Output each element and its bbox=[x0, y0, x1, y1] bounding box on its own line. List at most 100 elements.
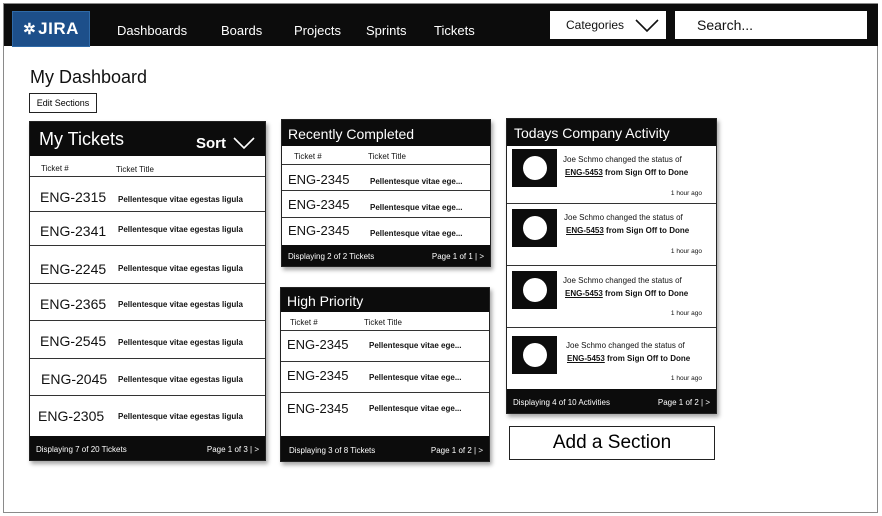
divider bbox=[30, 395, 265, 396]
recently-completed-footer: Displaying 2 of 2 Tickets Page 1 of 1 | … bbox=[282, 245, 490, 266]
divider bbox=[507, 327, 716, 328]
ticket-title[interactable]: Pellentesque vitae egestas ligula bbox=[118, 300, 243, 309]
sort-chevron-icon bbox=[233, 137, 255, 150]
pagination-next[interactable]: Page 1 of 2 | > bbox=[431, 446, 483, 455]
activity-to: Done bbox=[669, 226, 690, 235]
my-tickets-title: My Tickets bbox=[39, 129, 125, 149]
col-ticket-id: Ticket # bbox=[294, 152, 322, 161]
ticket-id[interactable]: ENG-2341 bbox=[40, 223, 106, 239]
divider bbox=[507, 265, 716, 266]
ticket-id[interactable]: ENG-2345 bbox=[288, 172, 349, 187]
avatar[interactable] bbox=[512, 149, 557, 187]
avatar[interactable] bbox=[512, 271, 557, 309]
ticket-title[interactable]: Pellentesque vitae egestas ligula bbox=[118, 338, 243, 347]
activity-ticket-link[interactable]: ENG-5453 bbox=[567, 354, 605, 363]
activity-user: Joe Schmo bbox=[563, 276, 604, 285]
divider bbox=[30, 245, 265, 246]
divider bbox=[30, 176, 265, 177]
nav-tickets[interactable]: Tickets bbox=[434, 23, 475, 38]
divider bbox=[507, 203, 716, 204]
activity-text: Joe Schmo changed the status of ENG-5453… bbox=[563, 274, 688, 300]
ticket-title[interactable]: Pellentesque vitae egestas ligula bbox=[118, 375, 243, 384]
ticket-id[interactable]: ENG-2305 bbox=[38, 408, 104, 424]
footer-count: Displaying 2 of 2 Tickets bbox=[288, 252, 375, 261]
ticket-title[interactable]: Pellentesque vitae ege... bbox=[370, 203, 462, 212]
high-priority-header: High Priority bbox=[281, 288, 489, 312]
activity-action: changed the status of bbox=[605, 155, 682, 164]
activity-to-label: to bbox=[658, 289, 666, 298]
page-title: My Dashboard bbox=[30, 67, 148, 87]
ticket-id[interactable]: ENG-2345 bbox=[288, 223, 349, 238]
pagination-next[interactable]: Page 1 of 1 | > bbox=[432, 252, 484, 261]
avatar[interactable] bbox=[512, 209, 557, 247]
ticket-id[interactable]: ENG-2345 bbox=[287, 337, 348, 352]
activity-ticket-link[interactable]: ENG-5453 bbox=[565, 168, 603, 177]
avatar[interactable] bbox=[512, 336, 557, 374]
activity-to-label: to bbox=[660, 354, 668, 363]
ticket-id[interactable]: ENG-2045 bbox=[41, 371, 107, 387]
activity-from: Sign Off bbox=[626, 226, 658, 235]
footer-count: Displaying 4 of 10 Activities bbox=[513, 398, 610, 407]
activity-time: 1 hour ago bbox=[670, 190, 702, 197]
add-section-button[interactable]: Add a Section bbox=[509, 426, 715, 460]
activity-time: 1 hour ago bbox=[670, 375, 702, 382]
search-input[interactable] bbox=[675, 11, 867, 39]
activity-user: Joe Schmo bbox=[564, 213, 605, 222]
company-activity-title: Todays Company Activity bbox=[514, 125, 670, 141]
activity-user: Joe Schmo bbox=[566, 341, 607, 350]
ticket-title[interactable]: Pellentesque vitae egestas ligula bbox=[118, 412, 243, 421]
divider bbox=[30, 320, 265, 321]
avatar-circle bbox=[523, 216, 547, 240]
categories-dropdown[interactable]: Categories bbox=[550, 11, 666, 39]
divider bbox=[282, 164, 490, 165]
pagination-next[interactable]: Page 1 of 3 | > bbox=[207, 445, 259, 454]
jira-logo[interactable]: ✲ JIRA bbox=[12, 11, 90, 47]
divider bbox=[30, 283, 265, 284]
sort-button[interactable]: Sort bbox=[196, 135, 255, 152]
ticket-title[interactable]: Pellentesque vitae egestas ligula bbox=[118, 225, 243, 234]
activity-text: Joe Schmo changed the status of ENG-5453… bbox=[564, 211, 689, 237]
logo-text: JIRA bbox=[38, 19, 79, 38]
jira-logo-icon: ✲ bbox=[23, 21, 37, 38]
my-tickets-footer: Displaying 7 of 20 Tickets Page 1 of 3 |… bbox=[30, 436, 265, 460]
activity-time: 1 hour ago bbox=[670, 310, 702, 317]
ticket-id[interactable]: ENG-2345 bbox=[287, 368, 348, 383]
activity-ticket-link[interactable]: ENG-5453 bbox=[565, 289, 603, 298]
nav-boards[interactable]: Boards bbox=[221, 23, 262, 38]
edit-sections-button[interactable]: Edit Sections bbox=[29, 93, 97, 113]
recently-completed-title: Recently Completed bbox=[288, 126, 415, 142]
pagination-next[interactable]: Page 1 of 2 | > bbox=[658, 398, 710, 407]
col-ticket-title: Ticket Title bbox=[116, 165, 154, 174]
ticket-title[interactable]: Pellentesque vitae ege... bbox=[369, 341, 461, 350]
activity-action: changed the status of bbox=[605, 276, 682, 285]
activity-to-label: to bbox=[658, 168, 666, 177]
nav-sprints[interactable]: Sprints bbox=[366, 23, 406, 38]
activity-ticket-link[interactable]: ENG-5453 bbox=[566, 226, 604, 235]
ticket-title[interactable]: Pellentesque vitae egestas ligula bbox=[118, 264, 243, 273]
ticket-id[interactable]: ENG-2345 bbox=[288, 197, 349, 212]
divider bbox=[282, 217, 490, 218]
ticket-id[interactable]: ENG-2345 bbox=[287, 401, 348, 416]
sort-label: Sort bbox=[196, 135, 226, 152]
high-priority-title: High Priority bbox=[287, 293, 364, 309]
activity-to-label: to bbox=[659, 226, 667, 235]
ticket-id[interactable]: ENG-2245 bbox=[40, 261, 106, 277]
footer-count: Displaying 3 of 8 Tickets bbox=[289, 446, 376, 455]
ticket-title[interactable]: Pellentesque vitae ege... bbox=[370, 229, 462, 238]
ticket-title[interactable]: Pellentesque vitae ege... bbox=[369, 404, 461, 413]
nav-projects[interactable]: Projects bbox=[294, 23, 341, 38]
ticket-id[interactable]: ENG-2315 bbox=[40, 189, 106, 205]
col-ticket-id: Ticket # bbox=[290, 318, 318, 327]
nav-dashboards[interactable]: Dashboards bbox=[117, 23, 187, 38]
recently-completed-header: Recently Completed bbox=[282, 120, 490, 146]
ticket-title[interactable]: Pellentesque vitae ege... bbox=[369, 373, 461, 382]
activity-from-label: from bbox=[606, 226, 624, 235]
ticket-title[interactable]: Pellentesque vitae egestas ligula bbox=[118, 195, 243, 204]
col-ticket-title: Ticket Title bbox=[364, 318, 402, 327]
categories-label: Categories bbox=[566, 18, 625, 32]
ticket-id[interactable]: ENG-2545 bbox=[40, 333, 106, 349]
ticket-id[interactable]: ENG-2365 bbox=[40, 296, 106, 312]
divider bbox=[30, 358, 265, 359]
ticket-title[interactable]: Pellentesque vitae ege... bbox=[370, 177, 462, 186]
company-activity-header: Todays Company Activity bbox=[507, 119, 716, 146]
